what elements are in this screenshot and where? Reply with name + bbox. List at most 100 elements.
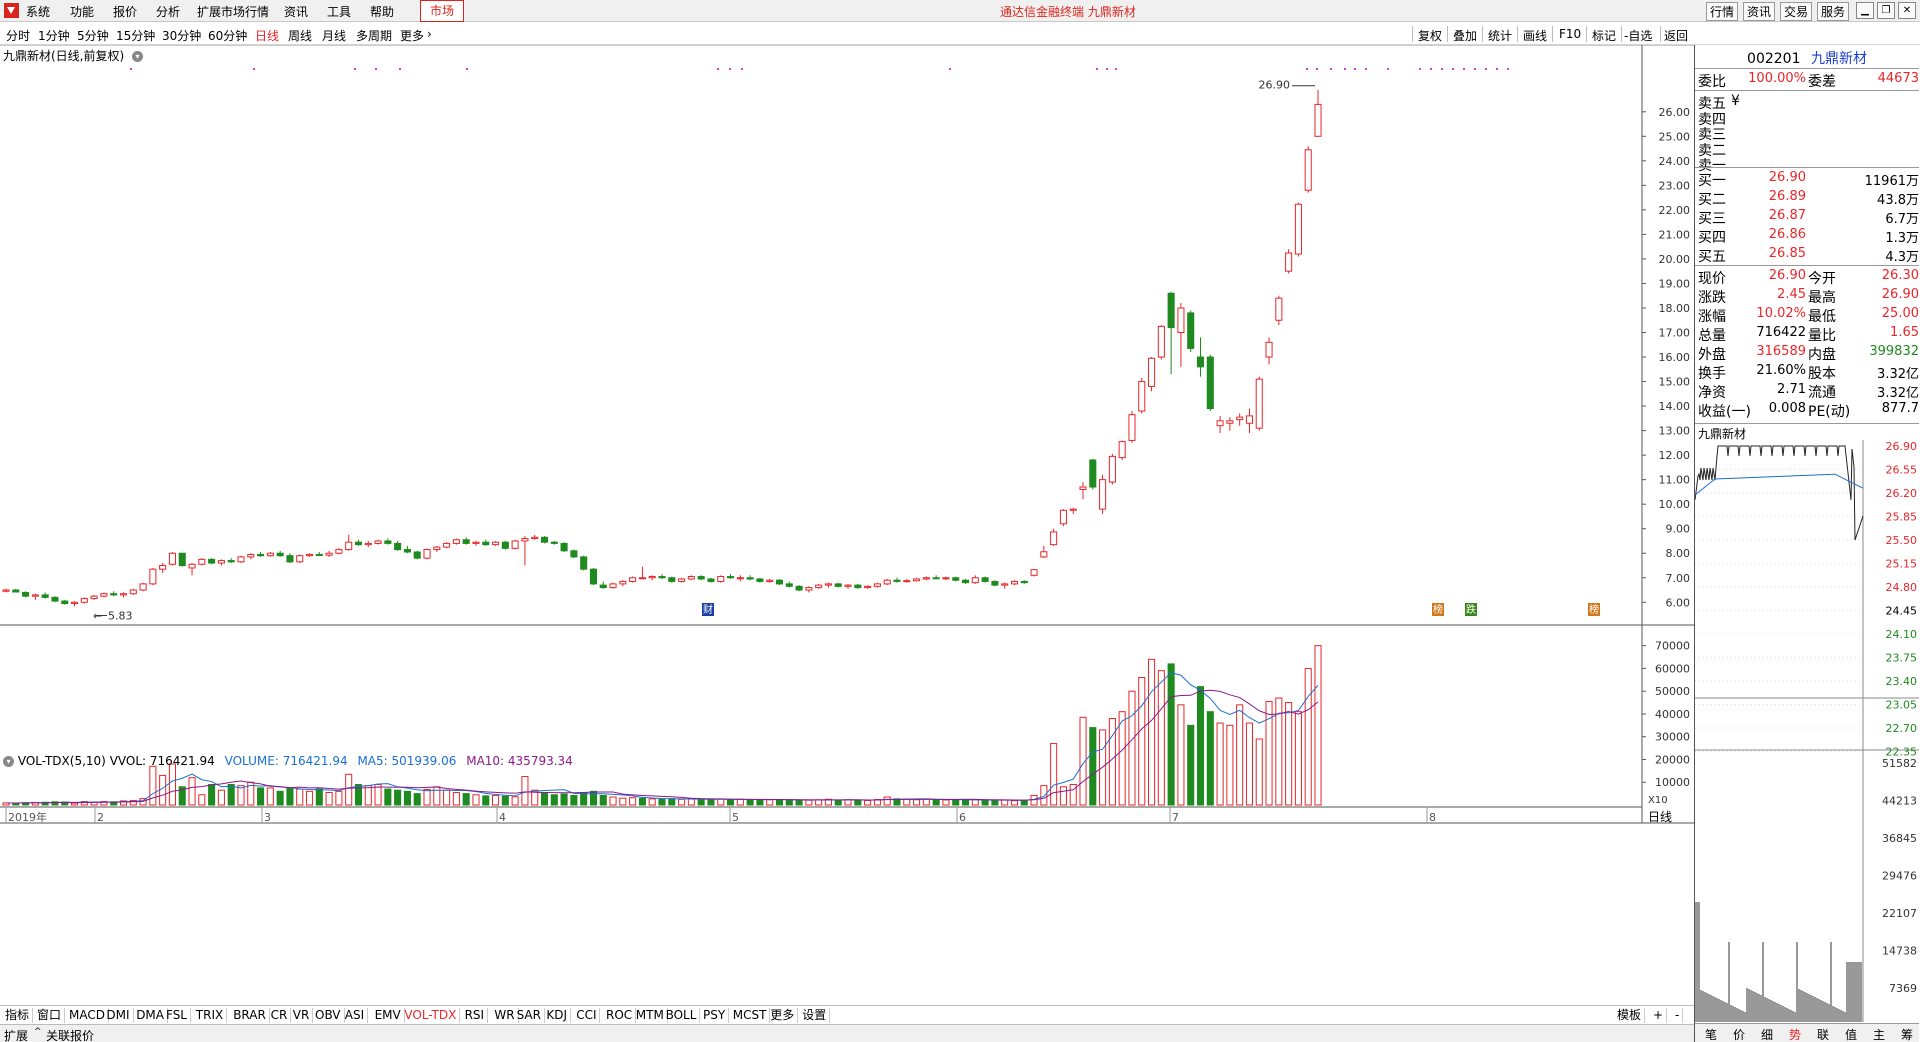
stat-value: 877.7: [1881, 401, 1919, 416]
indicator-tab[interactable]: EMV: [372, 1008, 405, 1023]
candle-body: [1050, 531, 1058, 546]
stat-label: 最低: [1808, 309, 1836, 325]
bid-row[interactable]: 买三 26.87 6.7万: [1695, 208, 1919, 227]
toolbar-remove-watchlist[interactable]: -自选: [1624, 27, 1652, 44]
top-btn-service[interactable]: 服务: [1817, 2, 1850, 21]
bid-row[interactable]: 买一 26.90 11961万: [1695, 170, 1919, 189]
period-tab-weekly[interactable]: 周线: [288, 27, 312, 44]
volume-bar: [629, 797, 637, 806]
status-linked-quote[interactable]: 关联报价: [46, 1027, 94, 1042]
volume-bar: [1157, 670, 1165, 806]
candle-body: [443, 542, 451, 548]
indicator-tab[interactable]: ROC: [603, 1008, 637, 1023]
candle-body: [364, 542, 372, 546]
indicator-tab[interactable]: VOL-TDX: [401, 1008, 461, 1023]
indicator-bar-control[interactable]: -: [1672, 1008, 1684, 1023]
menu-item-system[interactable]: 系统: [26, 3, 50, 20]
indicator-tab[interactable]: SAR: [514, 1008, 545, 1023]
quote-tabs: 笔价细势联值主筹: [1695, 1023, 1919, 1042]
indicator-tab[interactable]: FSL: [163, 1008, 191, 1023]
candle-body: [286, 555, 294, 563]
menu-item-help[interactable]: 帮助: [370, 3, 394, 20]
top-btn-trade[interactable]: 交易: [1780, 2, 1813, 21]
minimize-icon[interactable]: ▁: [1856, 2, 1874, 19]
app-logo-icon[interactable]: [4, 3, 19, 18]
indicator-tab[interactable]: 指标: [2, 1008, 34, 1023]
candle-body: [1099, 479, 1107, 510]
volume-bar: [1314, 645, 1322, 806]
candle-body: [1020, 580, 1028, 584]
candle-body: [648, 576, 656, 579]
indicator-tab[interactable]: DMI: [103, 1008, 134, 1023]
indicator-tab[interactable]: PSY: [700, 1008, 730, 1023]
menu-item-quote[interactable]: 报价: [113, 3, 137, 20]
indicator-tab[interactable]: MCST: [730, 1008, 771, 1023]
bid-row[interactable]: 买五 26.85 4.3万: [1695, 246, 1919, 265]
toolbar-back[interactable]: 返回: [1664, 27, 1688, 44]
candle-body: [531, 536, 539, 540]
period-tab-timeshare[interactable]: 分时: [6, 27, 30, 44]
period-tab-1min[interactable]: 1分钟: [38, 27, 70, 44]
event-dot: [253, 68, 255, 70]
indicator-tab[interactable]: KDJ: [543, 1008, 572, 1023]
bid-row[interactable]: 买四 26.86 1.3万: [1695, 227, 1919, 246]
toolbar-f10[interactable]: F10: [1559, 27, 1581, 41]
period-tab-monthly[interactable]: 月线: [322, 27, 346, 44]
indicator-tab[interactable]: OBV: [312, 1008, 345, 1023]
status-ext[interactable]: 扩展: [4, 1027, 28, 1042]
quote-tab[interactable]: 筹: [1891, 1026, 1920, 1042]
chevron-down-icon[interactable]: ▾: [132, 51, 144, 62]
menu-item-analysis[interactable]: 分析: [156, 3, 180, 20]
chevron-right-icon[interactable]: ›: [427, 27, 432, 41]
period-tab-5min[interactable]: 5分钟: [77, 27, 109, 44]
period-tab-multi[interactable]: 多周期: [356, 27, 392, 44]
indicator-tab[interactable]: BOLL: [663, 1008, 701, 1023]
volume-bar: [296, 788, 304, 806]
chevron-down-icon[interactable]: ▾: [3, 756, 14, 767]
period-tab-60min[interactable]: 60分钟: [208, 27, 247, 44]
toolbar-draw[interactable]: 画线: [1523, 27, 1547, 44]
indicator-tab[interactable]: BRAR: [230, 1008, 270, 1023]
restore-icon[interactable]: ❐: [1877, 2, 1895, 19]
candle-body: [227, 560, 235, 563]
candle-body: [1079, 486, 1087, 490]
indicator-tab[interactable]: CCI: [573, 1008, 601, 1023]
stat-label: 最高: [1808, 290, 1836, 306]
period-tab-more[interactable]: 更多: [400, 27, 424, 44]
indicator-bar-control[interactable]: +: [1650, 1008, 1668, 1023]
bid-row[interactable]: 买二 26.89 43.8万: [1695, 189, 1919, 208]
market-button[interactable]: 市场: [420, 0, 464, 22]
menu-item-tools[interactable]: 工具: [327, 3, 351, 20]
mini-timeshare-chart[interactable]: 26.90 26.55 26.20 25.85 25.50 25.15 24.80 24.45…: [1695, 440, 1919, 1022]
toolbar-overlay[interactable]: 叠加: [1453, 27, 1477, 44]
top-btn-news[interactable]: 资讯: [1743, 2, 1776, 21]
indicator-tab[interactable]: CR: [268, 1008, 292, 1023]
indicator-tab[interactable]: RSI: [462, 1008, 489, 1023]
indicator-tab[interactable]: 更多: [767, 1008, 799, 1023]
indicator-bar-control[interactable]: 模板: [1614, 1008, 1646, 1023]
period-tab-daily[interactable]: 日线: [255, 27, 279, 44]
volume-bar: [922, 798, 930, 806]
mini-price-label: 24.80: [1886, 581, 1918, 594]
kline-chart[interactable]: 26.0025.0024.0023.0022.0021.0020.0019.00…: [0, 45, 1694, 1005]
candle-body: [834, 583, 842, 587]
close-icon[interactable]: ✕: [1898, 2, 1916, 19]
stat-label: 净资: [1698, 385, 1726, 401]
indicator-tab[interactable]: 窗口: [34, 1008, 66, 1023]
chevron-up-icon[interactable]: ^: [34, 1027, 42, 1037]
menu-item-ext-market[interactable]: 扩展市场行情: [197, 3, 269, 20]
stat-row: 净资 2.71 流通 3.32亿: [1695, 382, 1919, 401]
candle-body: [1128, 414, 1136, 441]
top-btn-quote[interactable]: 行情: [1706, 2, 1739, 21]
indicator-tab[interactable]: TRIX: [193, 1008, 228, 1023]
indicator-tab[interactable]: 设置: [799, 1008, 831, 1023]
period-tab-30min[interactable]: 30分钟: [162, 27, 201, 44]
menu-item-news[interactable]: 资讯: [284, 3, 308, 20]
period-tab-15min[interactable]: 15分钟: [116, 27, 155, 44]
toolbar-mark[interactable]: 标记: [1592, 27, 1616, 44]
indicator-tab[interactable]: VR: [290, 1008, 314, 1023]
toolbar-fuquan[interactable]: 复权: [1418, 27, 1442, 44]
toolbar-stats[interactable]: 统计: [1488, 27, 1512, 44]
indicator-tab[interactable]: ASI: [342, 1008, 369, 1023]
menu-item-function[interactable]: 功能: [70, 3, 94, 20]
